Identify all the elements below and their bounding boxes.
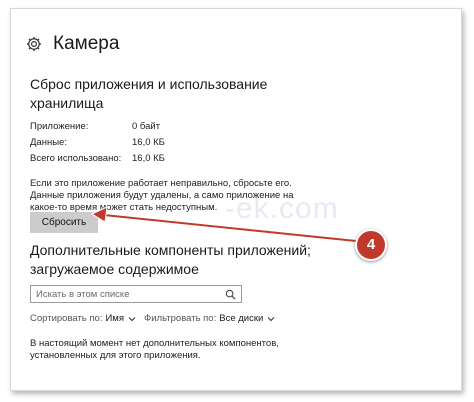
reset-button[interactable]: Сбросить xyxy=(30,212,98,233)
storage-label: Приложение: xyxy=(30,121,89,132)
search-box[interactable] xyxy=(30,285,242,303)
page-title: Камера xyxy=(53,33,120,54)
filter-value[interactable]: Все диски xyxy=(219,313,263,324)
chevron-down-icon[interactable] xyxy=(128,315,136,323)
search-input[interactable] xyxy=(31,286,222,302)
storage-label: Данные: xyxy=(30,137,67,148)
chevron-down-icon[interactable] xyxy=(267,315,275,323)
step-badge: 4 xyxy=(355,229,387,261)
reset-description: Если это приложение работает неправильно… xyxy=(30,178,294,213)
sort-value[interactable]: Имя xyxy=(105,313,124,324)
gear-icon xyxy=(26,36,42,52)
storage-label: Всего использовано: xyxy=(30,153,122,164)
filter-dropdown[interactable]: Фильтровать по: Все диски xyxy=(144,313,275,324)
search-icon[interactable] xyxy=(225,289,236,300)
reset-section-title: Сброс приложения и использование хранили… xyxy=(30,76,268,111)
page-header: Камера xyxy=(25,33,119,55)
storage-value: 0 байт xyxy=(132,121,161,132)
storage-value: 16,0 КБ xyxy=(132,153,165,164)
sort-dropdown[interactable]: Сортировать по: Имя xyxy=(30,313,136,324)
empty-components-message: В настоящий момент нет дополнительных ко… xyxy=(30,338,279,361)
settings-window: Камера -ek.com Сброс приложения и исполь… xyxy=(10,8,462,391)
storage-value: 16,0 КБ xyxy=(132,137,165,148)
filter-label: Фильтровать по: xyxy=(144,313,217,324)
components-section-title: Дополнительные компоненты приложений; за… xyxy=(30,242,311,277)
sort-label: Сортировать по: xyxy=(30,313,103,324)
